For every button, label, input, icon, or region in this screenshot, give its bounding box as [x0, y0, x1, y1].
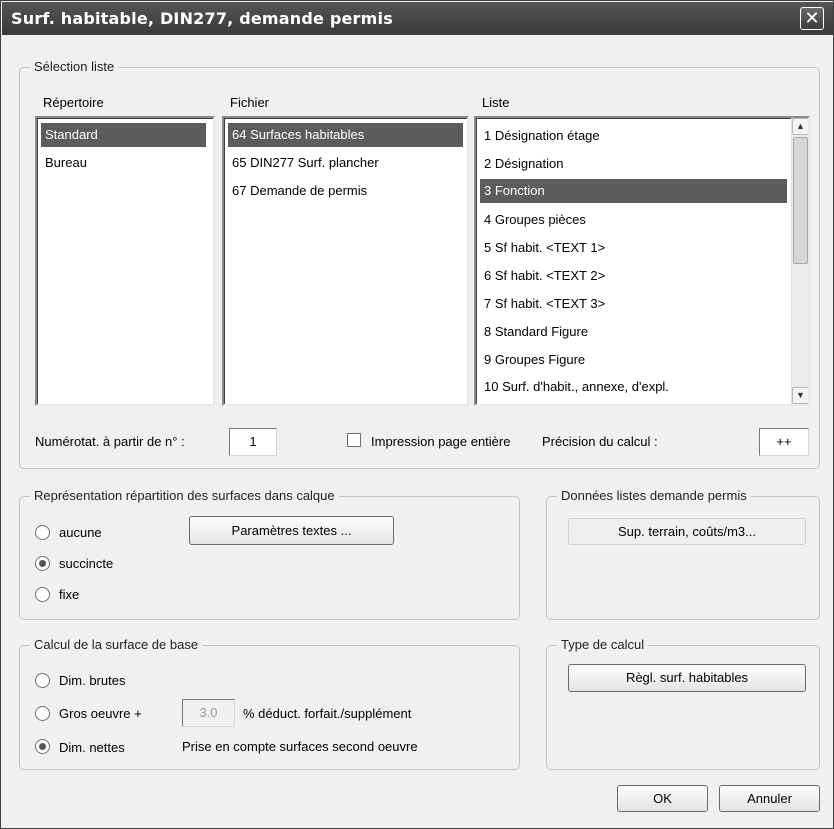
radio-aucune[interactable]: [35, 525, 50, 540]
radio-gros-oeuvre[interactable]: [35, 706, 50, 721]
scroll-down-icon[interactable]: ▼: [792, 387, 808, 404]
close-button[interactable]: ✕: [800, 7, 824, 30]
liste-item[interactable]: 10 Surf. d'habit., annexe, d'expl.: [480, 375, 787, 399]
sup-terrain-button[interactable]: Sup. terrain, coûts/m3...: [568, 518, 806, 545]
numerotation-label: Numérotat. à partir de n° :: [35, 434, 185, 449]
liste-item[interactable]: 1 Désignation étage: [480, 124, 787, 148]
dialog-title: Surf. habitable, DIN277, demande permis: [11, 9, 393, 28]
radio-aucune-label: aucune: [59, 525, 102, 540]
impression-checkbox[interactable]: [347, 433, 361, 447]
fichier-header: Fichier: [230, 95, 270, 110]
ok-button[interactable]: OK: [617, 785, 708, 812]
type-calcul-legend: Type de calcul: [557, 637, 649, 652]
deduction-input[interactable]: 3.0: [182, 699, 235, 727]
liste-item[interactable]: 7 Sf habit. <TEXT 3>: [480, 292, 787, 316]
parametres-textes-button[interactable]: Paramètres textes ...: [189, 516, 394, 545]
fichier-item-surfaces-habitables[interactable]: 64 Surfaces habitables: [228, 123, 463, 147]
repertoire-header: Répertoire: [43, 95, 104, 110]
fichier-item-din277[interactable]: 65 DIN277 Surf. plancher: [228, 151, 463, 175]
close-icon: ✕: [804, 8, 820, 29]
radio-succincte-label: succincte: [59, 556, 114, 571]
repertoire-item-standard[interactable]: Standard: [41, 123, 206, 147]
dialog-window: Surf. habitable, DIN277, demande permis …: [0, 0, 834, 829]
title-bar[interactable]: Surf. habitable, DIN277, demande permis …: [2, 2, 833, 35]
liste-item[interactable]: 4 Groupes pièces: [480, 208, 787, 232]
scroll-up-icon[interactable]: ▲: [792, 118, 808, 135]
radio-fixe-label: fixe: [59, 587, 80, 602]
cancel-button[interactable]: Annuler: [719, 785, 820, 812]
liste-item[interactable]: 5 Sf habit. <TEXT 1>: [480, 236, 787, 260]
scrollbar-thumb[interactable]: [793, 137, 808, 264]
radio-succincte[interactable]: [35, 556, 50, 571]
liste-item[interactable]: 9 Groupes Figure: [480, 348, 787, 372]
precision-input[interactable]: ++: [759, 428, 809, 456]
liste-item[interactable]: 8 Standard Figure: [480, 320, 787, 344]
radio-dim-brutes-label: Dim. brutes: [59, 673, 126, 688]
repertoire-listbox[interactable]: Standard Bureau: [35, 116, 215, 406]
radio-gros-oeuvre-label: Gros oeuvre +: [59, 706, 142, 721]
fichier-item-demande-permis[interactable]: 67 Demande de permis: [228, 179, 463, 203]
radio-dim-brutes[interactable]: [35, 673, 50, 688]
representation-legend: Représentation répartition des surfaces …: [30, 488, 339, 503]
fichier-listbox[interactable]: 64 Surfaces habitables 65 DIN277 Surf. p…: [222, 116, 469, 406]
deduction-label: % déduct. forfait./supplément: [243, 706, 412, 721]
radio-dim-nettes[interactable]: [35, 739, 50, 754]
donnees-group: Données listes demande permis: [546, 488, 820, 620]
liste-listbox[interactable]: 1 Désignation étage 2 Désignation 3 Fonc…: [474, 116, 810, 406]
calcul-base-legend: Calcul de la surface de base: [30, 637, 203, 652]
numerotation-input[interactable]: 1: [229, 428, 277, 456]
liste-scrollbar[interactable]: ▲ ▼: [791, 118, 808, 404]
regl-surf-habitables-button[interactable]: Règl. surf. habitables: [568, 664, 806, 692]
liste-header: Liste: [482, 95, 510, 110]
liste-item[interactable]: 6 Sf habit. <TEXT 2>: [480, 264, 787, 288]
selection-liste-legend: Sélection liste: [30, 59, 119, 74]
radio-dim-nettes-label: Dim. nettes: [59, 740, 125, 755]
repertoire-item-bureau[interactable]: Bureau: [41, 151, 206, 175]
precision-label: Précision du calcul :: [542, 434, 658, 449]
radio-fixe[interactable]: [35, 587, 50, 602]
liste-item[interactable]: 2 Désignation: [480, 152, 787, 176]
second-oeuvre-note: Prise en compte surfaces second oeuvre: [182, 739, 418, 754]
donnees-legend: Données listes demande permis: [557, 488, 751, 503]
liste-item[interactable]: 3 Fonction: [480, 179, 787, 203]
impression-label: Impression page entière: [371, 434, 511, 449]
